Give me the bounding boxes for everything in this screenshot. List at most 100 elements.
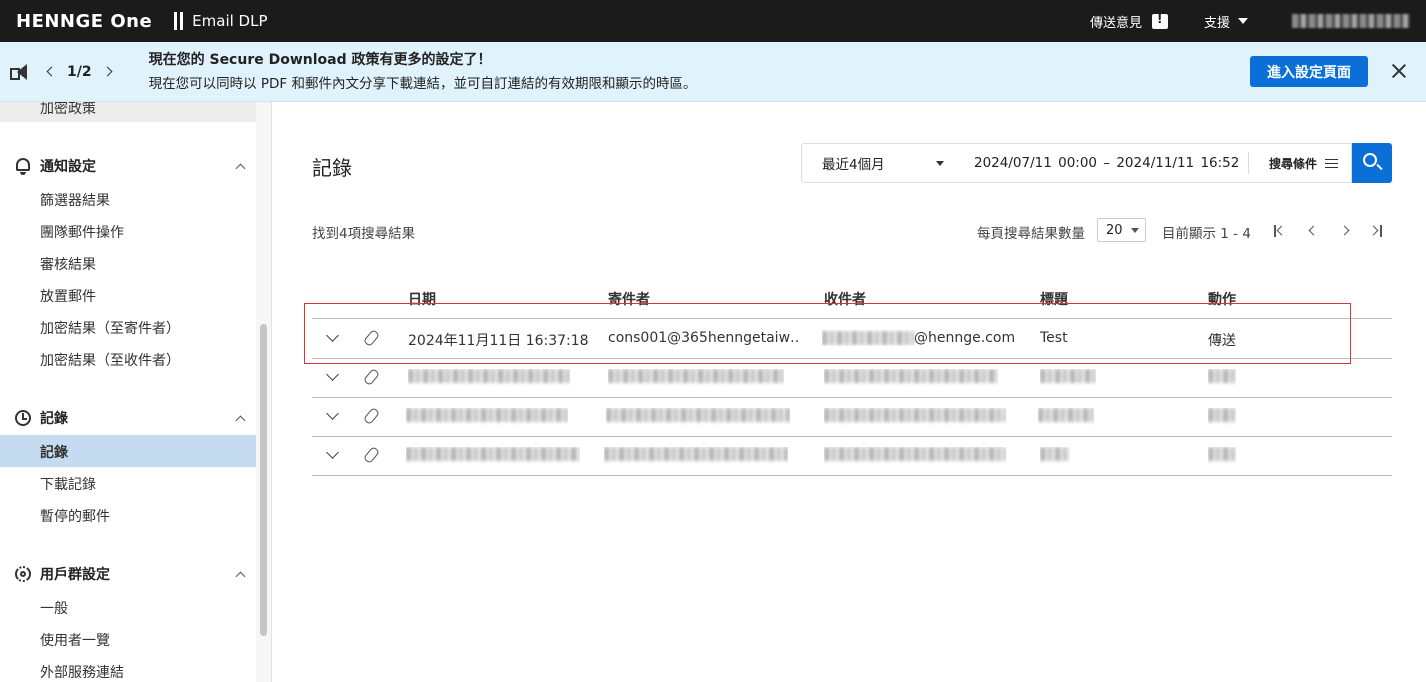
column-subject[interactable]: 標題 — [1040, 289, 1068, 309]
sidebar-item-encrypt-to-sender[interactable]: 加密結果（至寄件者） — [40, 318, 180, 338]
paperclip-icon — [364, 447, 379, 462]
caret-down-icon — [1130, 227, 1139, 233]
chevron-right-icon[interactable] — [102, 66, 113, 77]
support-label: 支援 — [1203, 15, 1230, 31]
redacted-text — [1038, 408, 1094, 422]
paperclip-icon — [364, 330, 379, 345]
redacted-text — [608, 369, 784, 383]
announcement-text: 現在您的 Secure Download 政策有更多的設定了！ 現在您可以同時以… — [149, 48, 697, 96]
feedback-button[interactable]: 傳送意見 — [1090, 12, 1168, 31]
top-right-menu: 傳送意見 支援 — [1090, 12, 1426, 31]
redacted-text — [408, 369, 570, 383]
chevron-up-icon — [235, 571, 246, 581]
redacted-text — [824, 447, 1006, 461]
search-icon — [1363, 153, 1377, 167]
per-page-label: 每頁搜尋結果數量 — [977, 226, 1085, 242]
support-menu[interactable]: 支援 — [1204, 12, 1248, 31]
column-action[interactable]: 動作 — [1208, 289, 1236, 309]
announcement-title: 現在您的 Secure Download 政策有更多的設定了！ — [148, 51, 492, 68]
chevron-left-icon[interactable] — [46, 66, 57, 77]
chevron-down-icon[interactable] — [326, 329, 339, 342]
gear-icon — [14, 565, 32, 583]
close-icon[interactable] — [1390, 62, 1408, 80]
redacted-text — [606, 408, 790, 422]
redacted-text — [1208, 447, 1236, 461]
sidebar-group-label: 記錄 — [40, 411, 68, 427]
chevron-down-icon[interactable] — [326, 407, 339, 420]
search-conditions-button[interactable]: 搜尋條件 — [1248, 152, 1339, 174]
search-conditions-label: 搜尋條件 — [1269, 156, 1318, 171]
bell-icon — [14, 157, 32, 175]
announcement-body: 現在您可以同時以 PDF 和郵件內文分享下載連結，並可自訂連結的有效期限和顯示的… — [148, 75, 697, 92]
history-icon — [14, 409, 32, 427]
sidebar-group-label: 用戶群設定 — [40, 567, 110, 583]
column-date[interactable]: 日期 — [408, 289, 436, 309]
sidebar-group-logs[interactable]: 記錄 — [14, 408, 246, 428]
chevron-up-icon — [235, 415, 246, 425]
row-action: 傳送 — [1208, 333, 1236, 349]
redacted-text — [822, 331, 914, 345]
redacted-text — [406, 447, 580, 461]
announcement-pager: 1/2 — [46, 64, 113, 80]
feedback-icon — [1151, 12, 1168, 29]
table-row[interactable] — [312, 398, 1392, 437]
sidebar-item-held-mail[interactable]: 放置郵件 — [40, 286, 96, 306]
chevron-down-icon[interactable] — [326, 446, 339, 459]
sidebar-item-external-services[interactable]: 外部服務連結 — [40, 662, 124, 682]
table-row[interactable] — [312, 359, 1392, 398]
table-row[interactable]: 2024年11月11日 16:37:18 cons001@365henngeta… — [312, 320, 1392, 359]
redacted-text — [824, 369, 998, 383]
sidebar-item-logs[interactable]: 記錄 — [40, 442, 68, 462]
per-page-select[interactable]: 20 — [1097, 218, 1146, 242]
redacted-text — [1040, 447, 1070, 461]
sidebar-item-review-results[interactable]: 審核結果 — [40, 254, 96, 274]
first-page-icon[interactable] — [1272, 223, 1288, 239]
sidebar-item-encryption-policy[interactable]: 加密政策 — [40, 102, 96, 118]
table-row[interactable] — [312, 437, 1392, 476]
sidebar-item-team-mail[interactable]: 團隊郵件操作 — [40, 222, 124, 242]
search-button[interactable] — [1352, 143, 1392, 183]
hennge-logo[interactable]: HENNGE One — [16, 11, 152, 32]
column-recipient[interactable]: 收件者 — [824, 289, 866, 309]
sidebar-item-row — [0, 102, 256, 122]
announcement-banner: 1/2 現在您的 Secure Download 政策有更多的設定了！ 現在您可… — [0, 42, 1426, 102]
date-range-text[interactable]: 2024/07/11 00:00 – 2024/11/11 16:52 — [974, 155, 1239, 171]
feedback-label: 傳送意見 — [1089, 15, 1142, 31]
paperclip-icon — [364, 369, 379, 384]
sidebar-item-encrypt-to-recipient[interactable]: 加密結果（至收件者） — [40, 350, 180, 370]
sidebar-group-label: 通知設定 — [40, 159, 96, 175]
last-page-icon[interactable] — [1368, 223, 1384, 239]
redacted-text — [1040, 369, 1096, 383]
date-range-select[interactable]: 最近4個月 — [802, 153, 952, 173]
row-sender: cons001@365henngetaiw… — [608, 330, 798, 346]
redacted-text — [1208, 408, 1236, 422]
filter-sliders-icon — [1325, 158, 1339, 169]
chevron-up-icon — [235, 163, 246, 173]
megaphone-icon — [10, 63, 30, 80]
sidebar-group-notification[interactable]: 通知設定 — [14, 156, 246, 176]
table-header: 日期 寄件者 收件者 標題 動作 — [312, 285, 1392, 319]
showing-range: 目前顯示 1 - 4 — [1162, 226, 1251, 242]
prev-page-icon[interactable] — [1304, 223, 1320, 239]
sidebar-item-user-list[interactable]: 使用者一覽 — [40, 630, 110, 650]
next-page-icon[interactable] — [1338, 223, 1354, 239]
row-recipient-domain: @hennge.com — [914, 330, 1016, 346]
column-sender[interactable]: 寄件者 — [608, 289, 650, 309]
sidebar-scrollbar[interactable] — [260, 324, 267, 636]
sidebar-item-general[interactable]: 一般 — [40, 598, 68, 618]
redacted-text — [824, 408, 1006, 422]
sidebar-item-filter-results[interactable]: 篩選器結果 — [40, 190, 110, 210]
go-to-settings-button[interactable]: 進入設定頁面 — [1250, 56, 1368, 87]
paperclip-icon — [364, 408, 379, 423]
product-divider-icon — [174, 12, 184, 30]
sidebar-active-highlight — [0, 435, 256, 467]
user-account-menu[interactable] — [1292, 14, 1410, 28]
sidebar-item-download-logs[interactable]: 下載記錄 — [40, 474, 96, 494]
redacted-text — [1208, 369, 1236, 383]
redacted-text — [406, 408, 568, 422]
main-content: 記錄 最近4個月 2024/07/11 00:00 – 2024/11/11 1… — [272, 102, 1426, 682]
sidebar-group-tenant-settings[interactable]: 用戶群設定 — [14, 564, 246, 584]
row-subject: Test — [1040, 330, 1068, 346]
chevron-down-icon[interactable] — [326, 368, 339, 381]
sidebar-item-paused-mail[interactable]: 暫停的郵件 — [40, 506, 110, 526]
